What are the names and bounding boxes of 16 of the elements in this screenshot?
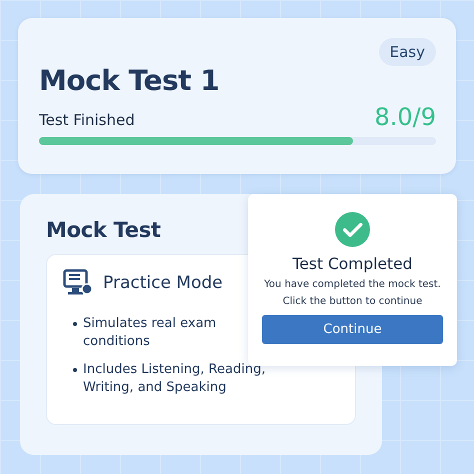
feature-text: Includes Listening, Reading, Writing, and Speaking <box>83 361 266 397</box>
difficulty-badge: Easy <box>378 38 436 66</box>
score-text: 8.0/9 <box>374 103 436 131</box>
status-label: Test Finished <box>39 111 135 129</box>
dialog-hint: Click the button to continue <box>282 296 422 307</box>
section-title: Mock Test <box>46 218 162 242</box>
dialog-message: You have completed the mock test. <box>264 279 441 290</box>
test-title: Mock Test 1 <box>39 64 220 97</box>
monitor-icon <box>63 269 93 297</box>
bullet-icon <box>73 322 77 326</box>
feature-text: Simulates real exam conditions <box>83 315 218 351</box>
mode-title: Practice Mode <box>103 273 223 293</box>
bullet-icon <box>73 368 77 372</box>
check-icon <box>335 212 370 247</box>
dialog-title: Test Completed <box>292 255 412 273</box>
continue-button[interactable]: Continue <box>262 315 443 344</box>
